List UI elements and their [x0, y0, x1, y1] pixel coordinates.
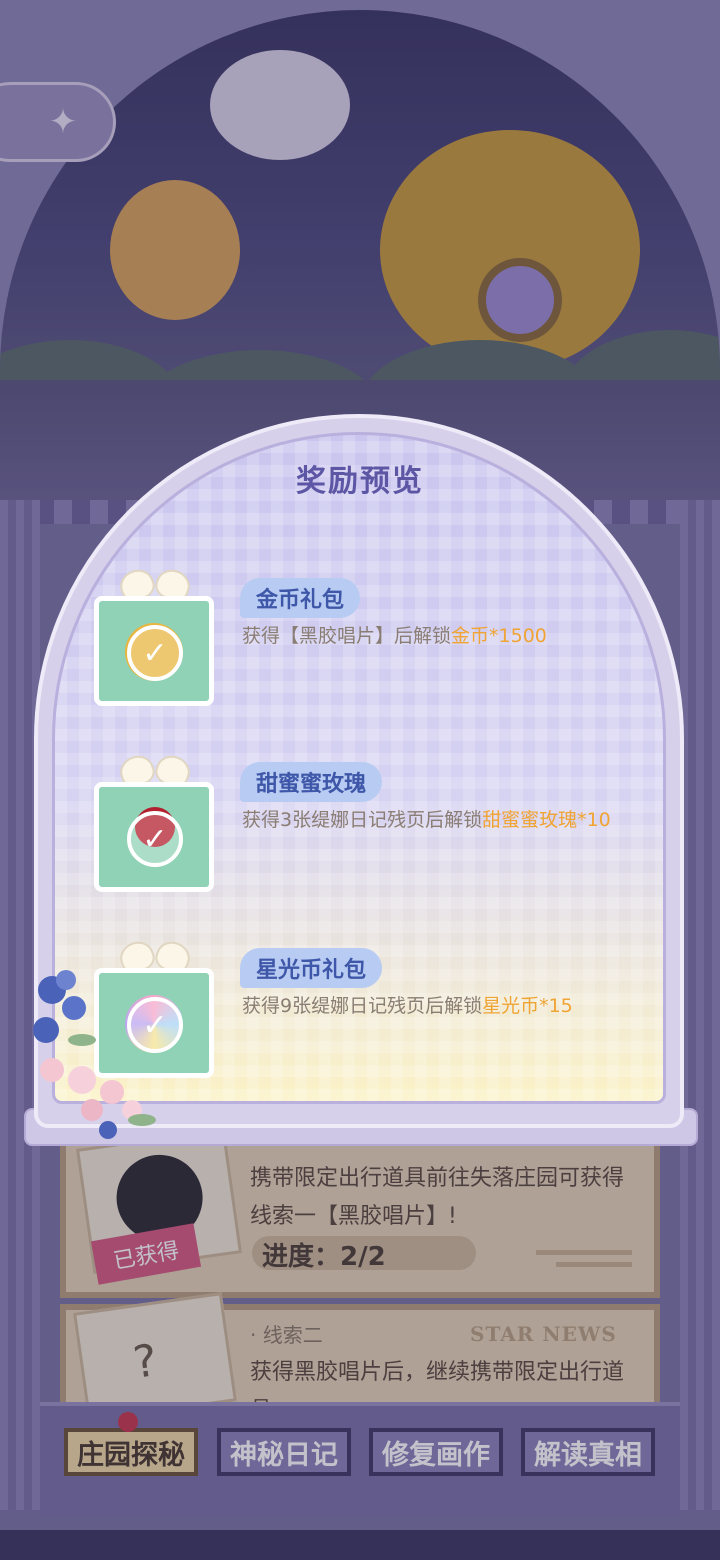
flower-decoration	[33, 970, 156, 1139]
reward-condition: 获得3张缇娜日记残页后解锁	[242, 809, 483, 831]
game-screen: ✦ 已获得 携带限定出行道具前往失落庄园可获得线索一【黑胶唱片】! 进度：2/2…	[0, 0, 720, 1560]
check-icon: ✓	[127, 625, 183, 681]
reward-condition: 获得9张缇娜日记残页后解锁	[242, 995, 483, 1017]
reward-name: 星光币礼包	[240, 948, 383, 988]
reward-description: 获得【黑胶唱片】后解锁金币*1500	[242, 620, 634, 652]
reward-amount: 甜蜜蜜玫瑰*10	[482, 809, 611, 831]
reward-gift-box[interactable]: ✓	[94, 596, 214, 706]
reward-name: 金币礼包	[240, 578, 361, 618]
reward-amount: 金币*1500	[451, 625, 547, 647]
reward-condition: 获得【黑胶唱片】后解锁	[242, 625, 452, 647]
modal-title: 奖励预览	[296, 464, 424, 499]
check-icon: ✓	[127, 811, 183, 867]
reward-name: 甜蜜蜜玫瑰	[240, 762, 383, 802]
reward-description: 获得3张缇娜日记残页后解锁甜蜜蜜玫瑰*10	[242, 804, 634, 836]
reward-description: 获得9张缇娜日记残页后解锁星光币*15	[242, 990, 634, 1022]
reward-gift-box[interactable]: ✓	[94, 782, 214, 892]
reward-amount: 星光币*15	[482, 995, 573, 1017]
